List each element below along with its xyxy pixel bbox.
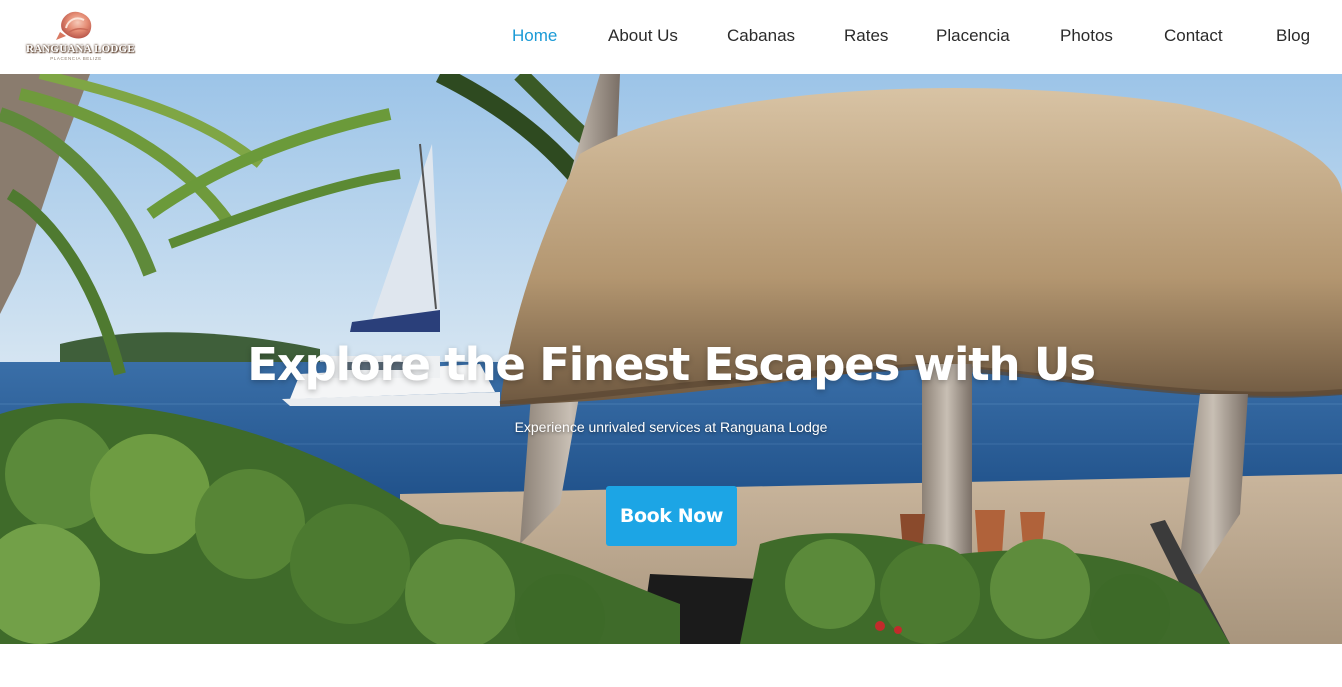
nav-item-home[interactable]: Home bbox=[512, 26, 557, 46]
page-below-fold bbox=[0, 644, 1342, 687]
nav-item-photos[interactable]: Photos bbox=[1060, 26, 1113, 46]
nav-item-placencia[interactable]: Placencia bbox=[936, 26, 1010, 46]
conch-shell-icon bbox=[56, 11, 92, 40]
nav-item-rates[interactable]: Rates bbox=[844, 26, 888, 46]
brand-tagline: PLACENCIA BELIZE bbox=[50, 56, 102, 61]
nav-item-cabanas[interactable]: Cabanas bbox=[727, 26, 795, 46]
nav-item-contact[interactable]: Contact bbox=[1164, 26, 1223, 46]
hero-subtitle-text: Experience unrivaled services at Ranguan… bbox=[514, 419, 828, 435]
hero-title: Explore the Finest Escapes with Us bbox=[247, 338, 1096, 391]
hero-section: Explore the Finest Escapes with Us Exper… bbox=[0, 74, 1342, 644]
book-now-button[interactable]: Book Now bbox=[606, 486, 737, 546]
hero-subtitle: Experience unrivaled services at Ranguan… bbox=[0, 419, 1342, 435]
logo[interactable]: RANGUANA LODGE PLACENCIA BELIZE bbox=[26, 6, 135, 64]
brand-name: RANGUANA LODGE bbox=[26, 43, 135, 55]
nav-item-blog[interactable]: Blog bbox=[1276, 26, 1310, 46]
site-header: RANGUANA LODGE PLACENCIA BELIZE Home Abo… bbox=[0, 0, 1342, 74]
nav-item-about-us[interactable]: About Us bbox=[608, 26, 678, 46]
